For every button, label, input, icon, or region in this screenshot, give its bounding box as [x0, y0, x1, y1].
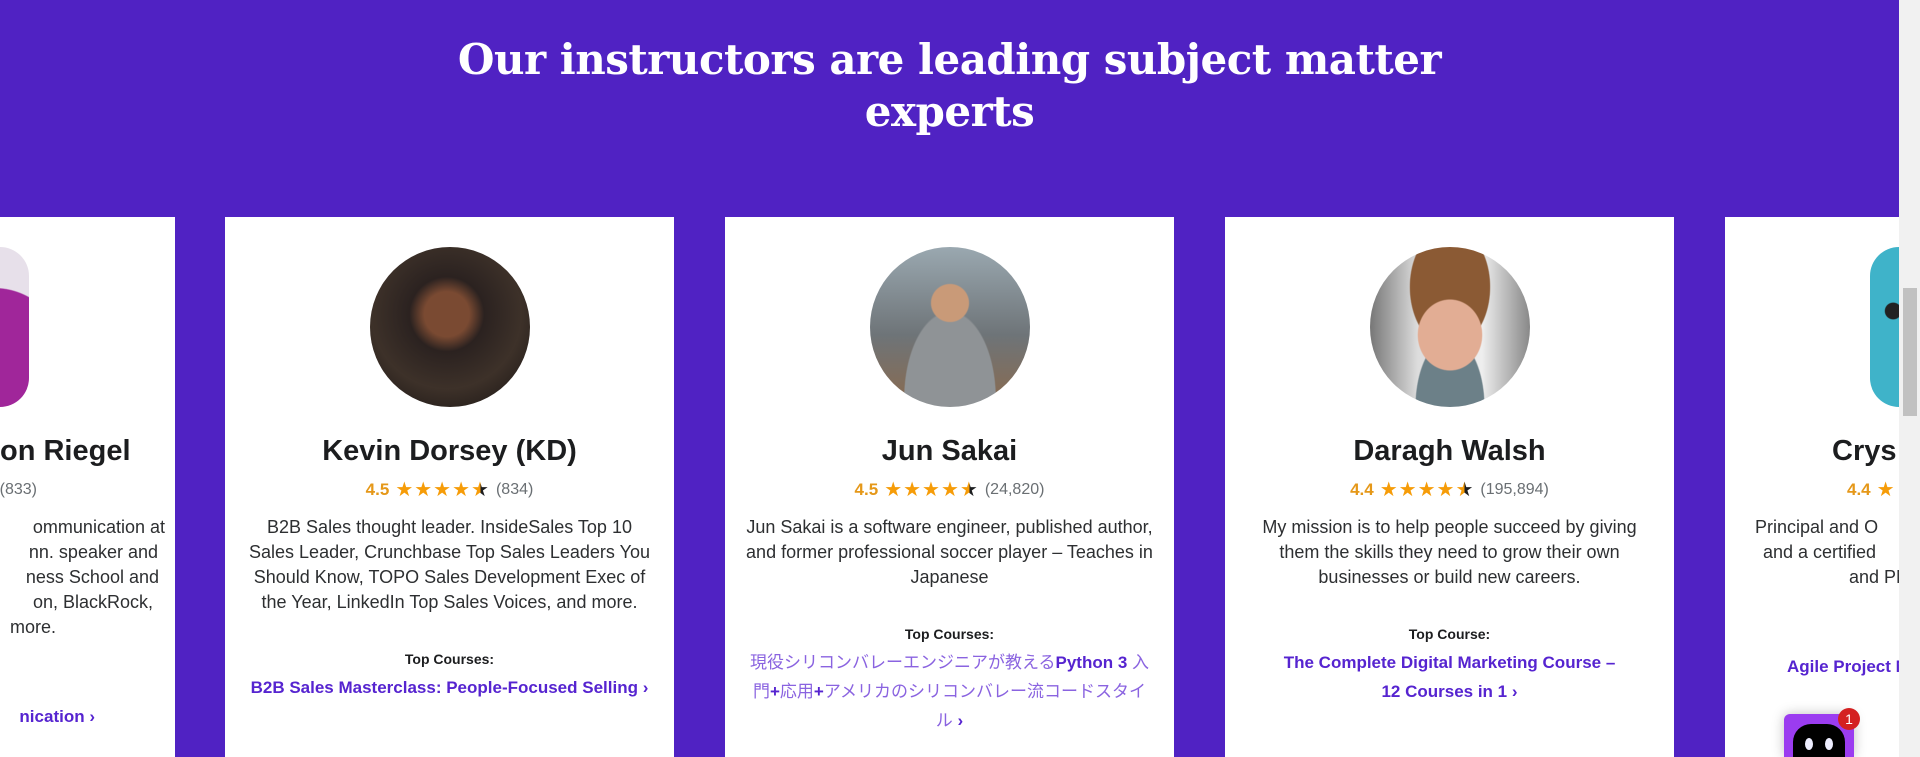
- page-scrollbar[interactable]: [1899, 0, 1920, 757]
- rating-row: 4.4 ★★★★★ (195,894): [1225, 479, 1674, 501]
- chevron-right-icon: ›: [89, 707, 95, 726]
- top-courses-label: Top Courses:: [904, 626, 995, 642]
- rating-row: 4.5 ★★★★★ (24,820): [725, 479, 1174, 501]
- instructor-avatar: [0, 247, 29, 407]
- instructor-name: Crys: [1832, 435, 1897, 467]
- instructor-description: B2B Sales thought leader. InsideSales To…: [249, 517, 650, 612]
- top-course-link[interactable]: nication ›: [0, 702, 95, 731]
- star-rating-icon: ★: [1876, 479, 1896, 501]
- top-courses-label: Top Course:: [1408, 626, 1491, 642]
- review-count: (834): [495, 481, 534, 498]
- top-course-link[interactable]: The Complete Digital Marketing Course – …: [1280, 648, 1620, 706]
- section-title: Our instructors are leading subject matt…: [457, 35, 1442, 136]
- chevron-right-icon: ›: [957, 711, 964, 730]
- instructor-name: Daragh Walsh: [1353, 435, 1546, 467]
- instructor-name: on Riegel: [0, 435, 131, 467]
- instructor-avatar: [1369, 247, 1530, 407]
- instructor-description: My mission is to help people succeed by …: [1262, 517, 1637, 587]
- top-course-link[interactable]: B2B Sales Masterclass: People-Focused Se…: [230, 673, 670, 702]
- star-rating-icon: ★★★★★: [1379, 479, 1475, 501]
- instructor-name: Jun Sakai: [881, 435, 1018, 467]
- instructor-card[interactable]: Kevin Dorsey (KD) 4.5 ★★★★★ (834) B2B Sa…: [225, 217, 674, 757]
- rating-value: 4.4: [1847, 480, 1871, 499]
- instructor-card[interactable]: on Riegel (833) ommunication at nn. spea…: [0, 217, 175, 757]
- instructor-description: ommunication at nn. speaker and ness Sch…: [9, 517, 165, 637]
- chevron-right-icon: ›: [1511, 682, 1518, 701]
- star-rating-icon: ★★★★★: [395, 479, 490, 501]
- instructor-card[interactable]: Crys 4.4 ★ Principal and O and a certifi…: [1725, 217, 1920, 757]
- star-rating-icon: ★★★★★: [884, 479, 979, 501]
- rating-row: 4.5 ★★★★★ (834): [225, 479, 674, 501]
- chevron-right-icon: ›: [642, 678, 649, 697]
- review-count: (195,894): [1480, 481, 1549, 498]
- rating-value: 4.5: [854, 480, 879, 499]
- top-courses-label: Top Courses:: [404, 651, 495, 667]
- review-count: (833): [0, 481, 37, 498]
- instructor-description: Jun Sakai is a software engineer, publis…: [746, 517, 1153, 587]
- rating-value: 4.4: [1350, 480, 1374, 499]
- chatbot-icon: [1793, 724, 1845, 757]
- scrollbar-thumb[interactable]: [1903, 288, 1917, 416]
- rating-value: 4.5: [365, 480, 390, 499]
- instructor-avatar: [369, 247, 530, 407]
- top-course-link[interactable]: 現役シリコンバレーエンジニアが教えるPython 3 入門+応用+アメリカのシリ…: [750, 648, 1150, 735]
- review-count: (24,820): [984, 481, 1045, 498]
- instructor-card[interactable]: Daragh Walsh 4.4 ★★★★★ (195,894) My miss…: [1225, 217, 1674, 757]
- instructor-name: Kevin Dorsey (KD): [322, 435, 577, 467]
- rating-row: (833): [0, 479, 175, 501]
- instructor-description: Principal and O and a certified and PM: [1755, 517, 1912, 587]
- instructor-card[interactable]: Jun Sakai 4.5 ★★★★★ (24,820) Jun Sakai i…: [725, 217, 1174, 757]
- notification-badge: 1: [1838, 708, 1860, 730]
- instructor-avatar: [1870, 247, 1899, 407]
- instructor-avatar: [869, 247, 1030, 407]
- rating-row: 4.4 ★: [1725, 479, 1920, 501]
